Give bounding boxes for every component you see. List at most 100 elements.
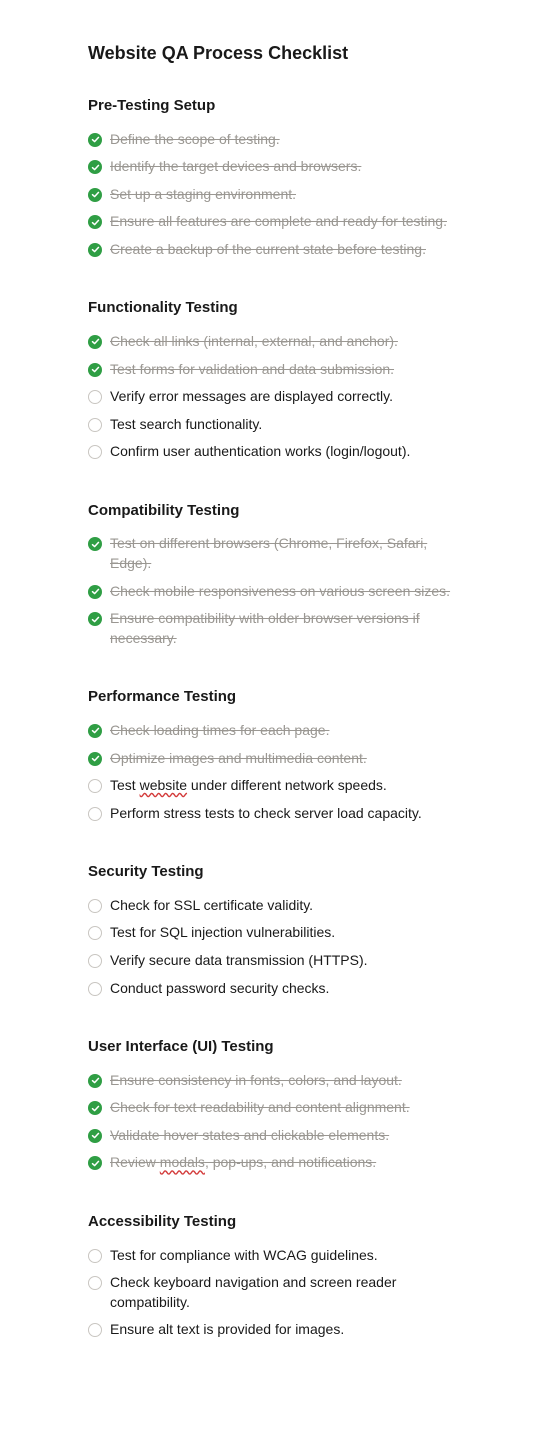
checkbox-unchecked-icon[interactable] <box>88 926 102 940</box>
checklist-item-label: Perform stress tests to check server loa… <box>110 804 456 824</box>
checklist-item: Test for compliance with WCAG guidelines… <box>88 1242 456 1270</box>
checklist-item: Test forms for validation and data submi… <box>88 356 456 384</box>
checklist-item-label: Conduct password security checks. <box>110 979 456 999</box>
checklist-item: Conduct password security checks. <box>88 975 456 1003</box>
section: Pre-Testing Setup Define the scope of tes… <box>88 95 456 263</box>
sections-container: Pre-Testing Setup Define the scope of tes… <box>88 95 456 1344</box>
checkbox-unchecked-icon[interactable] <box>88 954 102 968</box>
checklist-item-label: Ensure compatibility with older browser … <box>110 609 456 648</box>
checklist-item: Perform stress tests to check server loa… <box>88 800 456 828</box>
checklist-item-label: Test forms for validation and data submi… <box>110 360 456 380</box>
checklist-item-label: Test for compliance with WCAG guidelines… <box>110 1246 456 1266</box>
checkbox-checked-icon[interactable] <box>88 537 102 551</box>
checklist-item-label: Test for SQL injection vulnerabilities. <box>110 923 456 943</box>
checklist-item-label: Check mobile responsiveness on various s… <box>110 582 456 602</box>
checkbox-checked-icon[interactable] <box>88 1129 102 1143</box>
checklist-item-label: Validate hover states and clickable elem… <box>110 1126 456 1146</box>
checklist-item: Create a backup of the current state bef… <box>88 236 456 264</box>
checkbox-checked-icon[interactable] <box>88 1156 102 1170</box>
checklist-item-label: Define the scope of testing. <box>110 130 456 150</box>
checklist-item: Ensure consistency in fonts, colors, and… <box>88 1067 456 1095</box>
checkbox-checked-icon[interactable] <box>88 1074 102 1088</box>
page-title: Website QA Process Checklist <box>88 40 456 67</box>
checkbox-checked-icon[interactable] <box>88 585 102 599</box>
checkbox-checked-icon[interactable] <box>88 612 102 626</box>
checkbox-unchecked-icon[interactable] <box>88 982 102 996</box>
checkbox-checked-icon[interactable] <box>88 133 102 147</box>
checkbox-unchecked-icon[interactable] <box>88 390 102 404</box>
checkbox-unchecked-icon[interactable] <box>88 1323 102 1337</box>
section: Accessibility Testing Test for compliance… <box>88 1211 456 1344</box>
checklist-item-label: Review modals, pop-ups, and notification… <box>110 1153 456 1173</box>
document-page: Website QA Process Checklist Pre-Testing… <box>0 40 544 1344</box>
checklist-item: Validate hover states and clickable elem… <box>88 1122 456 1150</box>
checklist-item-label: Create a backup of the current state bef… <box>110 240 456 260</box>
section-heading: Accessibility Testing <box>88 1211 456 1234</box>
checkbox-checked-icon[interactable] <box>88 160 102 174</box>
checkbox-checked-icon[interactable] <box>88 752 102 766</box>
checklist-item: Check for text readability and content a… <box>88 1094 456 1122</box>
checklist-item-label: Verify secure data transmission (HTTPS). <box>110 951 456 971</box>
checkbox-checked-icon[interactable] <box>88 243 102 257</box>
section-heading: Pre-Testing Setup <box>88 95 456 118</box>
checklist-item: Check all links (internal, external, and… <box>88 328 456 356</box>
checkbox-checked-icon[interactable] <box>88 335 102 349</box>
section-heading: User Interface (UI) Testing <box>88 1036 456 1059</box>
section: Performance Testing Check loading times f… <box>88 686 456 827</box>
checklist-item: Check mobile responsiveness on various s… <box>88 578 456 606</box>
checklist-item: Test on different browsers (Chrome, Fire… <box>88 530 456 577</box>
checklist-item-label: Set up a staging environment. <box>110 185 456 205</box>
checklist-item: Verify secure data transmission (HTTPS). <box>88 947 456 975</box>
checklist-item: Ensure alt text is provided for images. <box>88 1316 456 1344</box>
checkbox-unchecked-icon[interactable] <box>88 779 102 793</box>
checklist-item: Check keyboard navigation and screen rea… <box>88 1269 456 1316</box>
checklist-item-label: Optimize images and multimedia content. <box>110 749 456 769</box>
checkbox-checked-icon[interactable] <box>88 215 102 229</box>
section: Security TestingCheck for SSL certificat… <box>88 861 456 1002</box>
checklist-item: Test for SQL injection vulnerabilities. <box>88 919 456 947</box>
checkbox-unchecked-icon[interactable] <box>88 1249 102 1263</box>
checklist-item-label: Ensure consistency in fonts, colors, and… <box>110 1071 456 1091</box>
checklist-item-label: Ensure alt text is provided for images. <box>110 1320 456 1340</box>
checkbox-unchecked-icon[interactable] <box>88 1276 102 1290</box>
checkbox-unchecked-icon[interactable] <box>88 418 102 432</box>
checkbox-checked-icon[interactable] <box>88 188 102 202</box>
checklist-item: Identify the target devices and browsers… <box>88 153 456 181</box>
checklist-item-label: Confirm user authentication works (login… <box>110 442 456 462</box>
section: Compatibility Testing Test on different b… <box>88 500 456 652</box>
checklist-item: Test search functionality. <box>88 411 456 439</box>
checklist-item: Check loading times for each page. <box>88 717 456 745</box>
checklist-item: Define the scope of testing. <box>88 126 456 154</box>
checklist-item: Set up a staging environment. <box>88 181 456 209</box>
section-heading: Performance Testing <box>88 686 456 709</box>
checkbox-unchecked-icon[interactable] <box>88 807 102 821</box>
checklist-item-label: Test on different browsers (Chrome, Fire… <box>110 534 456 573</box>
checklist-item-label: Test search functionality. <box>110 415 456 435</box>
checklist-item: Confirm user authentication works (login… <box>88 438 456 466</box>
checklist-item-label: Check all links (internal, external, and… <box>110 332 456 352</box>
checklist-item: Verify error messages are displayed corr… <box>88 383 456 411</box>
checklist-item-label: Check for text readability and content a… <box>110 1098 456 1118</box>
checkbox-unchecked-icon[interactable] <box>88 445 102 459</box>
checkbox-checked-icon[interactable] <box>88 724 102 738</box>
checklist-item: Review modals, pop-ups, and notification… <box>88 1149 456 1177</box>
checklist-item-label: Check for SSL certificate validity. <box>110 896 456 916</box>
spellcheck-marked-text: modals <box>160 1154 205 1170</box>
checklist-item-label: Verify error messages are displayed corr… <box>110 387 456 407</box>
checkbox-checked-icon[interactable] <box>88 363 102 377</box>
checklist-item: Check for SSL certificate validity. <box>88 892 456 920</box>
checkbox-unchecked-icon[interactable] <box>88 899 102 913</box>
checklist-item-label: Check keyboard navigation and screen rea… <box>110 1273 456 1312</box>
section: User Interface (UI) Testing Ensure consis… <box>88 1036 456 1177</box>
checklist-item-label: Test website under different network spe… <box>110 776 456 796</box>
section: Functionality TestingCheck all links (in… <box>88 297 456 465</box>
checklist-item: Test website under different network spe… <box>88 772 456 800</box>
checklist-item-label: Identify the target devices and browsers… <box>110 157 456 177</box>
checklist-item: Optimize images and multimedia content. <box>88 745 456 773</box>
checkbox-checked-icon[interactable] <box>88 1101 102 1115</box>
section-heading: Compatibility Testing <box>88 500 456 523</box>
checklist-item-label: Check loading times for each page. <box>110 721 456 741</box>
checklist-item: Ensure compatibility with older browser … <box>88 605 456 652</box>
spellcheck-marked-text: website <box>140 777 187 793</box>
checklist-item-label: Ensure all features are complete and rea… <box>110 212 456 232</box>
